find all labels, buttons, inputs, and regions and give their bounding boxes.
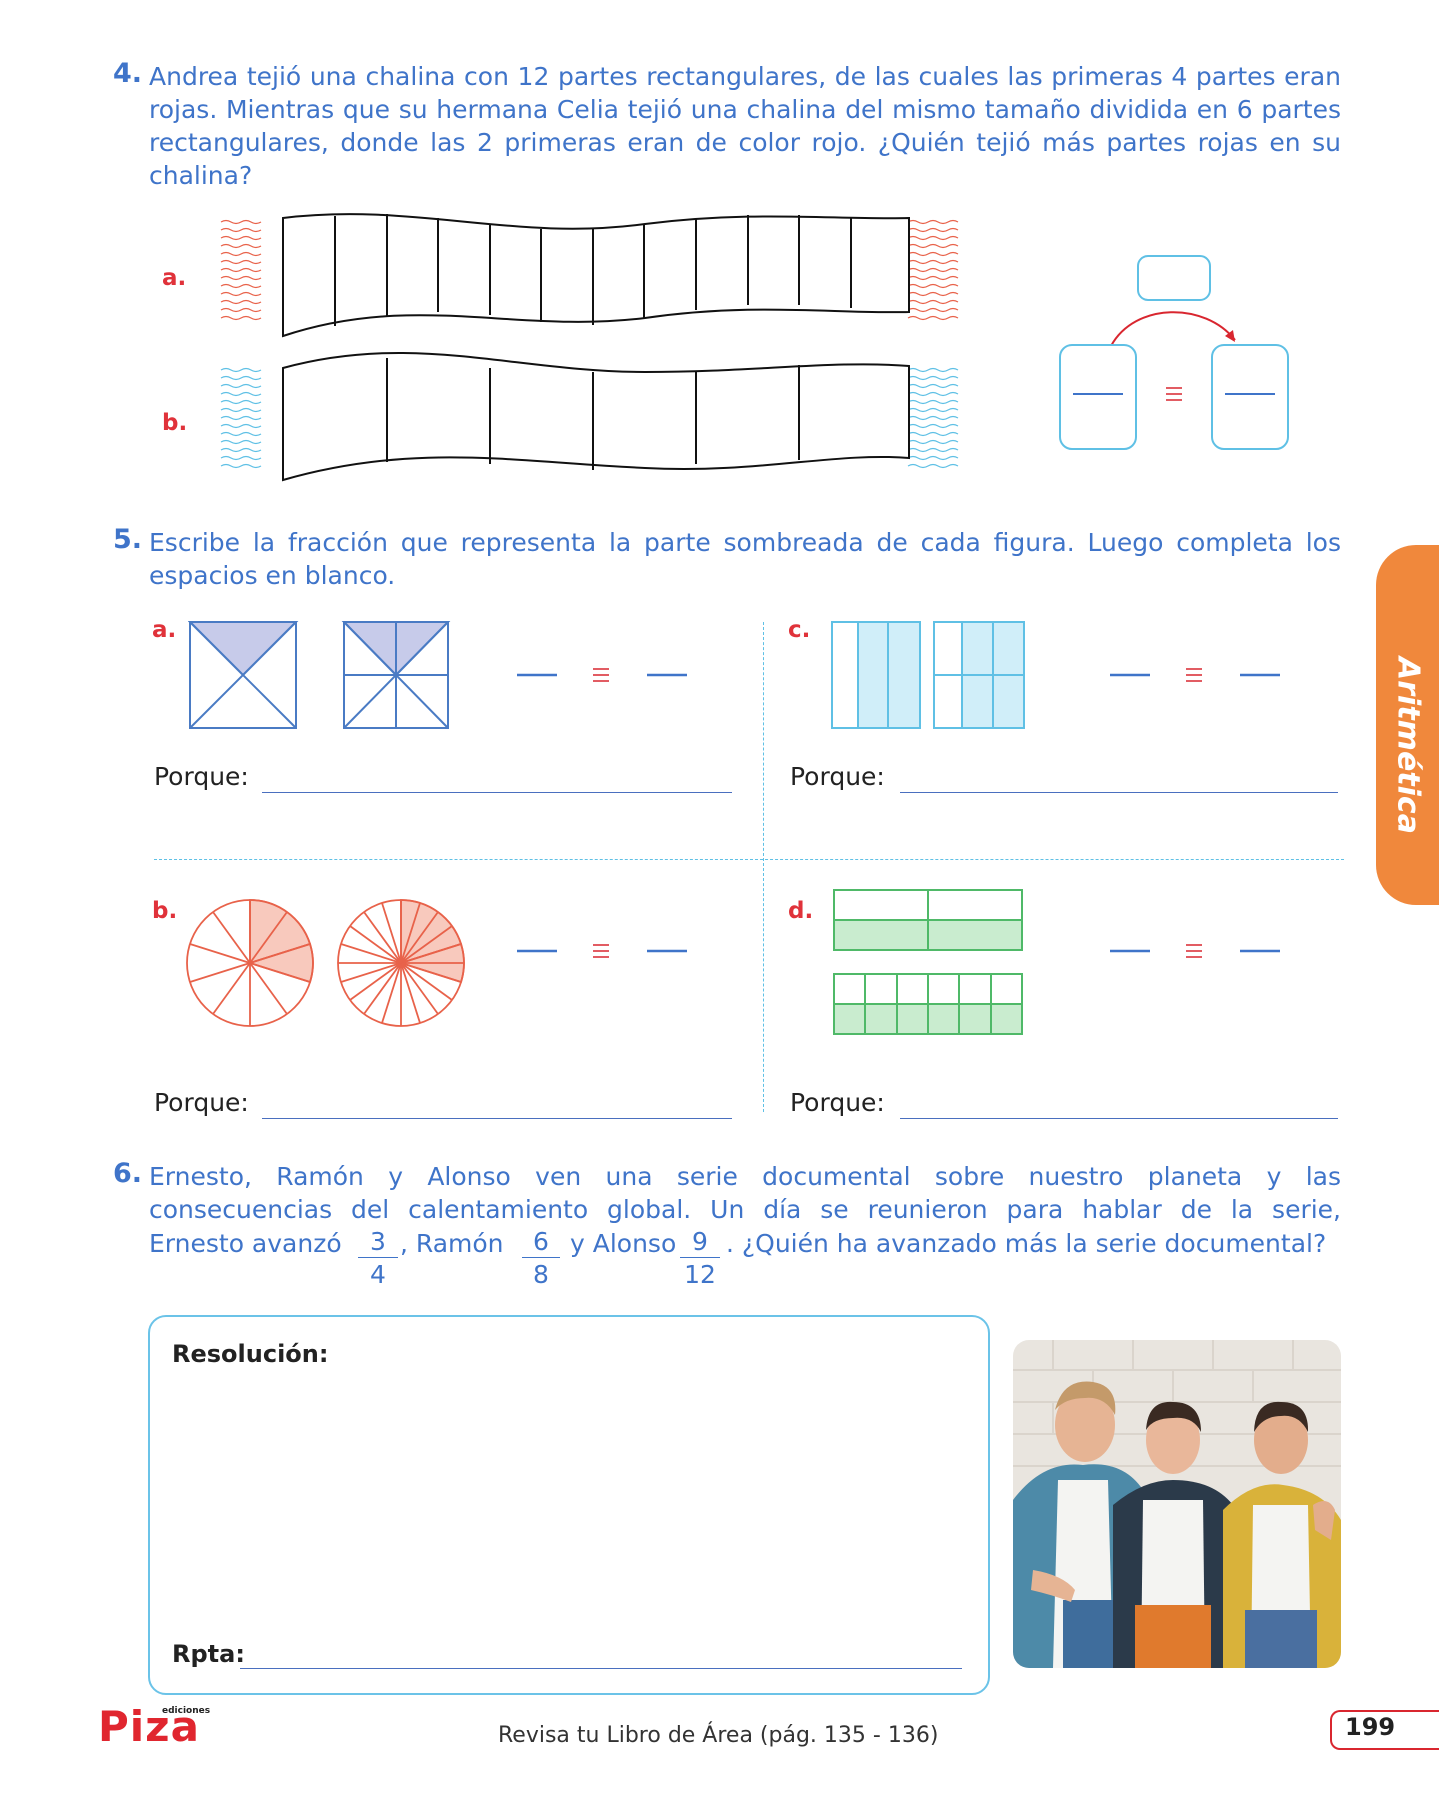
q5d-label: d.: [788, 898, 814, 924]
scarf-a: [282, 213, 910, 338]
fraction-alonso-numerator: 9: [680, 1227, 720, 1258]
review-reference: Revisa tu Libro de Área (pág. 135 - 136): [498, 1723, 939, 1748]
arrow: [1110, 311, 1236, 347]
q5d-answer-line[interactable]: [900, 1118, 1338, 1119]
q4-label-a: a.: [162, 265, 187, 291]
q5a-figures: [188, 621, 451, 729]
question-6-line1: Ernesto, Ramón y Alonso ven una serie do…: [149, 1162, 1341, 1191]
fraction-ramon-numerator: 6: [522, 1227, 560, 1258]
q5c-answer-line[interactable]: [900, 792, 1338, 793]
fraction-ernesto-denominator: 4: [370, 1260, 386, 1289]
section-side-tab-label: Aritmética: [1390, 657, 1426, 834]
question-6-line3d: . ¿Quién ha avanzado más la serie docume…: [726, 1229, 1327, 1258]
resolution-box[interactable]: [148, 1315, 990, 1695]
horizontal-divider: [154, 859, 1344, 860]
vertical-divider: [763, 622, 764, 1112]
multiplier-box: [1137, 255, 1211, 301]
scarves-figure: [220, 213, 959, 482]
q5a-answer-line[interactable]: [262, 792, 732, 793]
scarf-a-right-fringe: [907, 219, 959, 321]
q5c-label: c.: [788, 617, 811, 643]
q5a-porque: Porque:: [154, 762, 249, 791]
question-6-number: 6.: [113, 1158, 143, 1189]
question-4-number: 4.: [113, 58, 143, 89]
page-number: 199: [1345, 1713, 1396, 1741]
q5b-answer-line[interactable]: [262, 1118, 732, 1119]
q5d-porque: Porque:: [790, 1088, 885, 1117]
question-6-line3c: y Alonso: [570, 1229, 677, 1258]
q5c-fraction-equation: [1110, 668, 1280, 682]
q5d-fraction-equation: [1110, 944, 1280, 958]
resolution-label: Resolución:: [172, 1340, 329, 1368]
question-5-number: 5.: [113, 524, 143, 555]
question-6-line2: consecuencias del calentamiento global. …: [149, 1195, 1341, 1224]
answer-line[interactable]: [240, 1668, 962, 1669]
q5c-figures: [831, 621, 1025, 729]
question-5-text: Escribe la fracción que representa la pa…: [149, 528, 1341, 590]
scarf-b-left-fringe: [220, 367, 262, 469]
fraction-alonso-denominator: 12: [684, 1260, 716, 1289]
fraction-ramon-denominator: 8: [533, 1260, 549, 1289]
question-6-line3a: Ernesto avanzó: [149, 1229, 342, 1258]
q4-label-b: b.: [162, 410, 188, 436]
equivalence-diagram: [1059, 255, 1289, 450]
answer-label: Rpta:: [172, 1640, 245, 1668]
three-friends-photo: [1013, 1340, 1341, 1668]
q5a-fraction-equation: [517, 668, 687, 682]
question-6-line3b: , Ramón: [400, 1229, 504, 1258]
fraction-ernesto-numerator: 3: [358, 1227, 398, 1258]
scarf-a-left-fringe: [220, 219, 262, 321]
publisher-logo-small: ediciones: [162, 1706, 211, 1716]
q5c-porque: Porque:: [790, 762, 885, 791]
q5b-porque: Porque:: [154, 1088, 249, 1117]
q5b-figures: [186, 899, 465, 1027]
scarf-b-right-fringe: [907, 367, 959, 469]
q5d-figures: [833, 889, 1023, 1035]
q5a-label: a.: [152, 617, 177, 643]
fraction-box-right: [1211, 344, 1289, 450]
scarf-b: [282, 351, 910, 482]
equal-sign: [1166, 387, 1182, 401]
q5b-label: b.: [152, 898, 178, 924]
fraction-box-left: [1059, 344, 1137, 450]
question-4-text: Andrea tejió una chalina con 12 partes r…: [149, 62, 1341, 190]
q5b-fraction-equation: [517, 944, 687, 958]
